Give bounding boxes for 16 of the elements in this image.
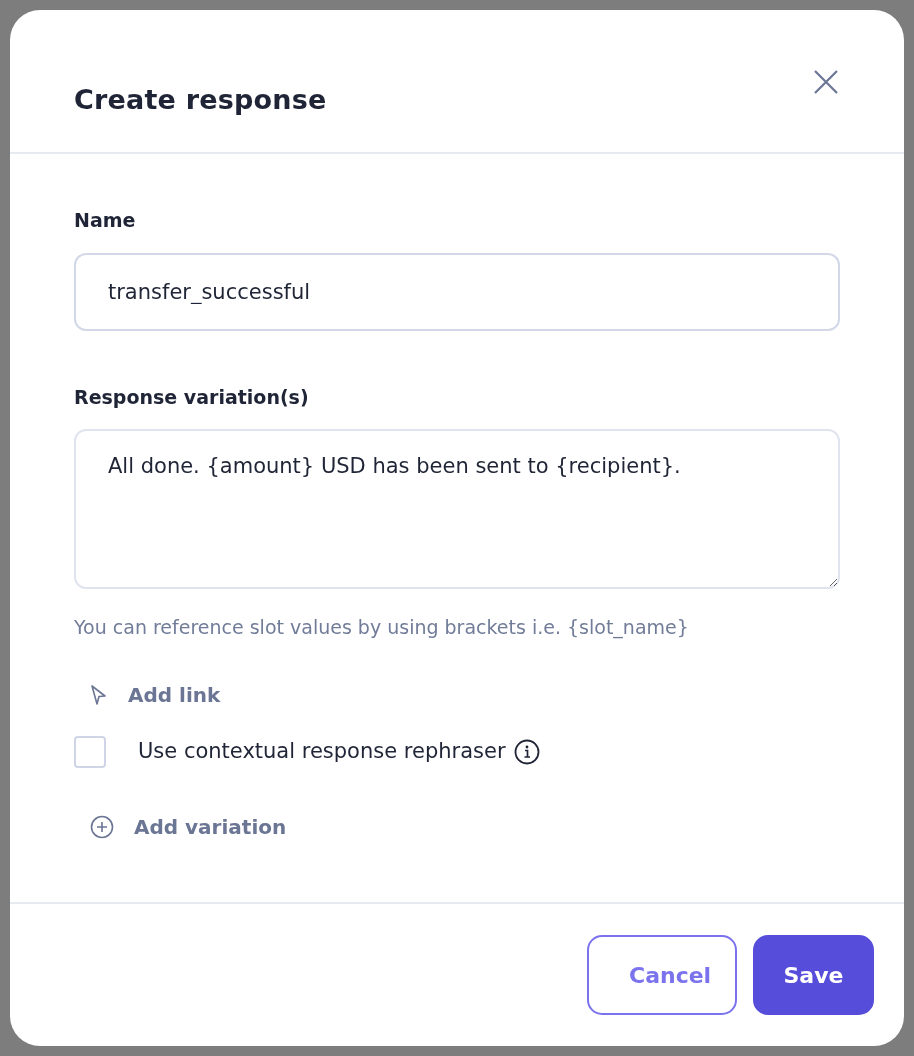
close-icon [812,68,840,96]
plus-circle-icon [90,814,114,839]
hint-text: You can reference slot values by using brackets i.e. {slot_name} [74,615,690,641]
add-link-button[interactable]: Add link [74,679,221,710]
response-text-area[interactable]: All done. {amount} USD has been sent to {recipient}. [74,429,840,589]
field-label: Name [74,208,137,233]
save-button[interactable]: Save [753,935,874,1015]
dialog-title: Create response [74,84,327,117]
info-icon[interactable] [513,738,540,765]
cursor-icon [90,683,108,706]
checkbox[interactable] [74,735,106,768]
cancel-button[interactable]: Cancel [587,935,737,1015]
field-label: Response variation(s) [74,384,310,410]
name-field[interactable]: transfer_successful [74,252,840,331]
checkbox-label: Use contextual response rephraser [138,737,506,765]
add-variation-button[interactable]: Add variation [74,811,287,842]
